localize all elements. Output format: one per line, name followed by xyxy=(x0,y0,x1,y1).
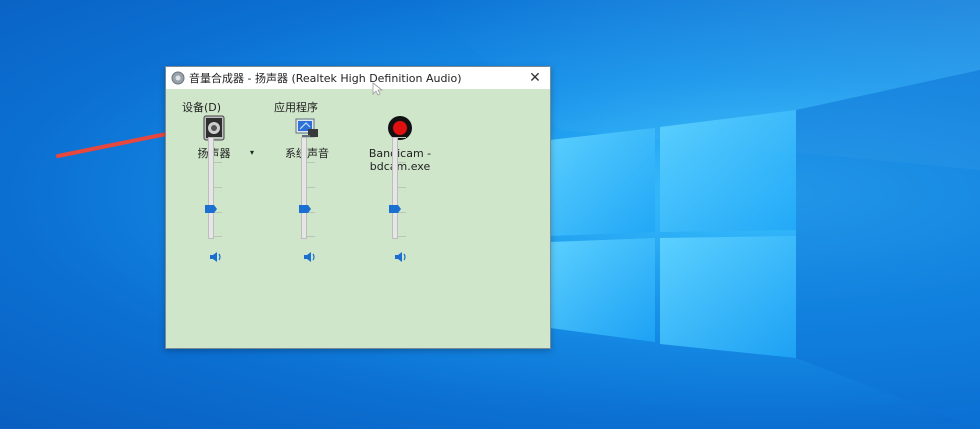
slider-ticks xyxy=(307,137,317,237)
speaker-mute-toggle-icon[interactable] xyxy=(209,251,223,263)
slider-ticks xyxy=(214,137,224,237)
volume-mixer-app-icon xyxy=(171,71,185,85)
volume-slider-thumb[interactable] xyxy=(389,205,401,213)
window-title: 音量合成器 - 扬声器 (Realtek High Definition Aud… xyxy=(189,72,462,85)
volume-slider-thumb[interactable] xyxy=(299,205,311,213)
apps-section-label: 应用程序 xyxy=(274,101,318,114)
mouse-cursor-icon xyxy=(372,82,384,96)
chevron-down-icon[interactable]: ▾ xyxy=(250,148,254,157)
close-icon: ✕ xyxy=(529,70,541,86)
title-bar[interactable]: 音量合成器 - 扬声器 (Realtek High Definition Aud… xyxy=(166,67,550,89)
speaker-mute-toggle-icon[interactable] xyxy=(303,251,317,263)
devices-section-label: 设备(D) xyxy=(182,101,222,114)
volume-slider-thumb[interactable] xyxy=(205,205,217,213)
speaker-mute-toggle-icon[interactable] xyxy=(394,251,408,263)
close-button[interactable]: ✕ xyxy=(520,67,550,89)
desktop: 音量合成器 - 扬声器 (Realtek High Definition Aud… xyxy=(0,0,980,429)
volume-mixer-window[interactable]: 音量合成器 - 扬声器 (Realtek High Definition Aud… xyxy=(165,66,551,349)
slider-ticks xyxy=(398,137,408,237)
